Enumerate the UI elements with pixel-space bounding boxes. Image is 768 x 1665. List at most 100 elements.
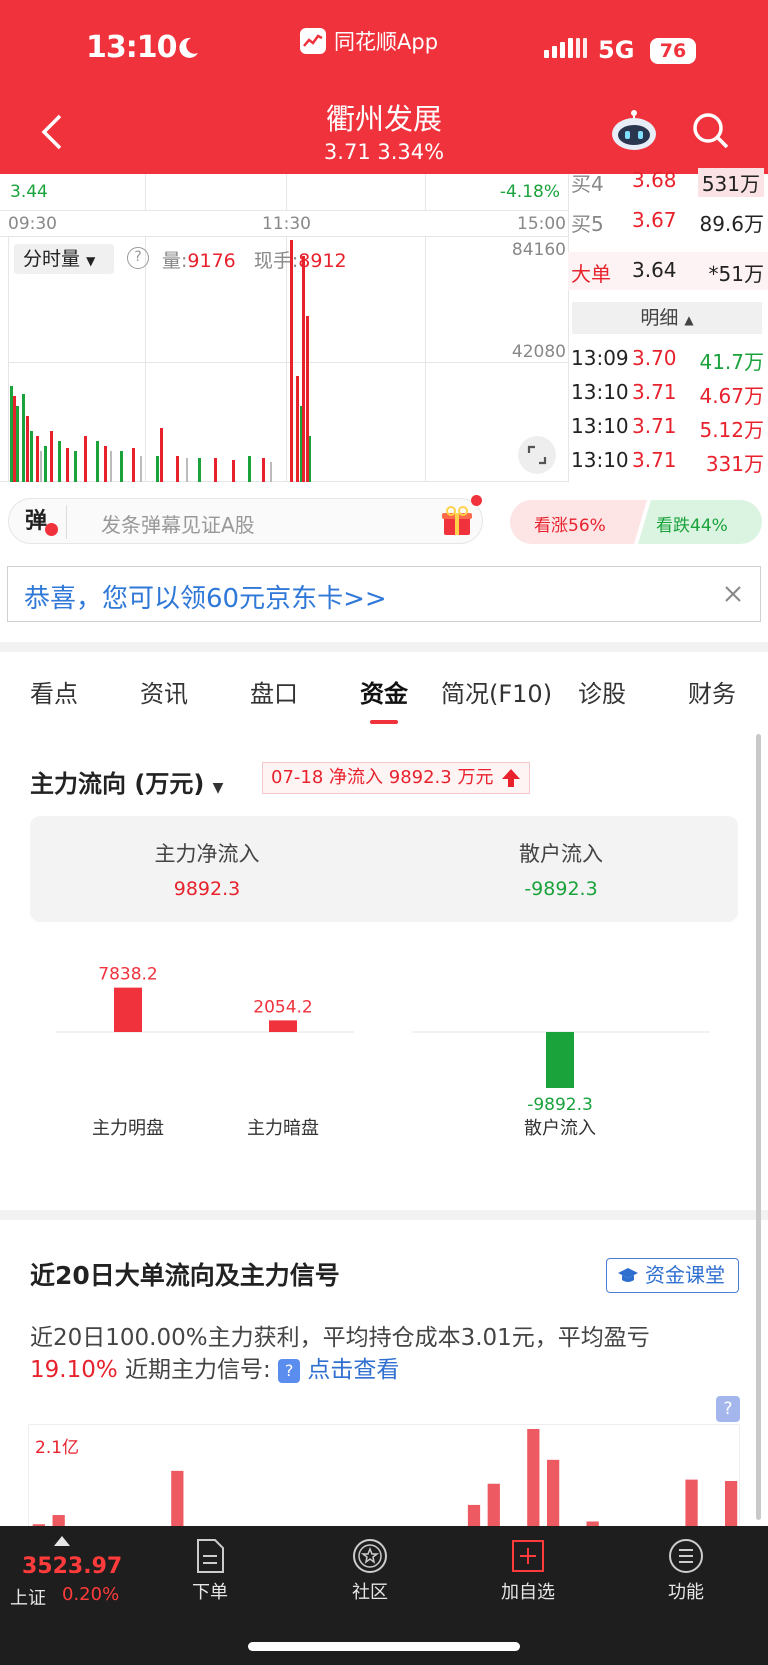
up-arrow-icon (502, 769, 521, 787)
tab-community[interactable]: 社区 (320, 1538, 420, 1604)
danmu-placeholder: 发条弹幕见证A股 (101, 513, 255, 537)
app-logo-icon (300, 28, 326, 54)
time-axis-end: 15:00 (517, 214, 566, 234)
promo-banner[interactable]: 恭喜，您可以领60元京东卡>> (7, 566, 761, 622)
signal-bar (171, 1470, 184, 1527)
dropdown-triangle-icon: ▼ (212, 780, 224, 796)
vote-down-button[interactable]: 看跌44% (656, 511, 728, 536)
tab-funds[interactable]: 资金 (360, 674, 408, 709)
intraday-chart[interactable]: 3.44 -4.18% 09:30 11:30 15:00 分时量 ▼ ? 量:… (0, 174, 568, 482)
bull-bear-vote: 看涨56% 看跌44% (510, 500, 762, 544)
chart-low-pct: -4.18% (499, 182, 560, 202)
signal-icon (544, 38, 587, 58)
network-type: 5G (598, 36, 635, 64)
status-bar: 13:10 同花顺App 5G 76 (0, 0, 768, 90)
retail-label: 散户流入 (519, 842, 603, 866)
signal-description-2: 19.10% 近期主力信号: ? 点击查看 (30, 1357, 400, 1383)
tab-kandian[interactable]: 看点 (30, 674, 78, 709)
main-net-label: 主力净流入 (154, 842, 260, 866)
flow-bar-category-label: 散户流入 (524, 1118, 596, 1139)
tab-news[interactable]: 资讯 (140, 674, 188, 709)
orderbook-row: 买5 3.67 89.6万 (571, 208, 764, 236)
big-order-row: 大单 3.64 *51万 (568, 252, 768, 290)
tab-add-watchlist[interactable]: 加自选 (478, 1538, 578, 1604)
menu-circle-icon (669, 1539, 703, 1573)
search-icon[interactable] (690, 110, 730, 150)
add-watchlist-icon (512, 1540, 544, 1572)
flow-bar (546, 1032, 574, 1088)
home-indicator[interactable] (248, 1642, 520, 1651)
flow-bar (269, 1020, 297, 1032)
section-tabs: 看点 资讯 盘口 资金 简况(F10) 诊股 财务 (0, 652, 768, 732)
gift-icon[interactable] (441, 505, 473, 537)
app-name: 同花顺App (334, 30, 439, 54)
question-icon: ? (278, 1358, 301, 1383)
signal-bar (724, 1480, 738, 1527)
net-inflow-badge: 07-18 净流入 9892.3 万元 (262, 762, 531, 794)
tick-row: 13:09 3.70 41.7万 (571, 346, 764, 374)
tab-profile[interactable]: 简况(F10) (441, 674, 552, 709)
signal-bar (546, 1459, 560, 1527)
tick-row: 13:10 3.71 4.67万 (571, 380, 764, 408)
graduation-cap-icon (618, 1268, 638, 1282)
retail-value: -9892.3 (524, 878, 598, 900)
signal-title: 近20日大单流向及主力信号 (30, 1261, 340, 1290)
danmu-input[interactable]: 弹 发条弹幕见证A股 (8, 495, 483, 544)
vote-up-button[interactable]: 看涨56% (534, 511, 606, 536)
notification-dot (471, 495, 482, 506)
big-order-chart: 2.1亿 (28, 1424, 740, 1527)
volume-bars (10, 240, 311, 482)
up-triangle-icon (54, 1536, 70, 1546)
chart-low-price: 3.44 (10, 182, 48, 202)
moon-icon (179, 37, 198, 58)
time-axis-mid: 11:30 (262, 214, 311, 234)
signal-bar (527, 1429, 540, 1527)
time-axis-start: 09:30 (8, 214, 57, 234)
active-tab-indicator (370, 720, 398, 724)
community-star-icon (353, 1539, 387, 1573)
tab-functions[interactable]: 功能 (636, 1538, 736, 1604)
orderbook-row: 买4 3.68 531万 (568, 162, 768, 200)
flow-bar-value-label: 7838.2 (98, 965, 157, 985)
index-ticker[interactable]: 3523.97 上证 0.20% (10, 1532, 130, 1612)
order-book: 买4 3.68 531万 买5 3.67 89.6万 大单 3.64 *51万 … (568, 168, 768, 482)
promo-text: 恭喜，您可以领60元京东卡>> (24, 584, 387, 614)
flow-bar-value-label: 2054.2 (253, 997, 312, 1017)
signal-bar (685, 1479, 698, 1527)
app-indicator: 同花顺App (300, 26, 438, 56)
flow-bar-category-label: 主力明盘 (92, 1118, 164, 1139)
scrollbar[interactable] (756, 734, 761, 1520)
signal-bar (467, 1504, 481, 1527)
battery-icon: 76 (650, 38, 696, 64)
danmu-icon: 弹 (19, 505, 67, 539)
tick-row: 13:10 3.71 5.12万 (571, 414, 764, 442)
index-pct: 0.20% (62, 1584, 120, 1605)
index-name: 上证 (10, 1588, 46, 1609)
close-icon[interactable] (724, 585, 742, 603)
flow-bar-category-label: 主力暗盘 (247, 1118, 319, 1139)
flow-bar (114, 987, 142, 1032)
index-value: 3523.97 (22, 1554, 123, 1579)
detail-toggle[interactable]: 明细 ▲ (572, 302, 762, 334)
main-net-value: 9892.3 (173, 878, 241, 900)
robot-assistant-icon[interactable] (610, 108, 658, 152)
help-icon[interactable]: ? (716, 1396, 740, 1422)
order-document-icon (197, 1539, 224, 1573)
tick-row: 13:10 3.71 331万 (571, 448, 764, 476)
signal-bar (487, 1483, 500, 1527)
tab-pankou[interactable]: 盘口 (250, 674, 298, 709)
tab-finance[interactable]: 财务 (688, 674, 736, 709)
flow-title[interactable]: 主力流向 (万元) ▼ (30, 764, 223, 799)
tab-diagnose[interactable]: 诊股 (578, 674, 626, 709)
flow-bar-value-label: -9892.3 (527, 1095, 593, 1115)
course-button[interactable]: 资金课堂 (606, 1258, 739, 1293)
view-signal-link[interactable]: 点击查看 (307, 1357, 399, 1383)
sort-up-icon: ▲ (684, 313, 694, 327)
status-time: 13:10 (86, 30, 177, 65)
signal-description: 近20日100.00%主力获利，平均持仓成本3.01元，平均盈亏 (30, 1325, 650, 1351)
flow-bar-chart: 7838.2 主力明盘 2054.2 主力暗盘 -9892.3 散户流入 (56, 965, 710, 1139)
flow-summary: 主力净流入 9892.3 散户流入 -9892.3 (30, 816, 738, 922)
big-order-bars (32, 1429, 738, 1527)
fullscreen-icon[interactable] (518, 436, 556, 474)
tab-order[interactable]: 下单 (160, 1538, 260, 1604)
